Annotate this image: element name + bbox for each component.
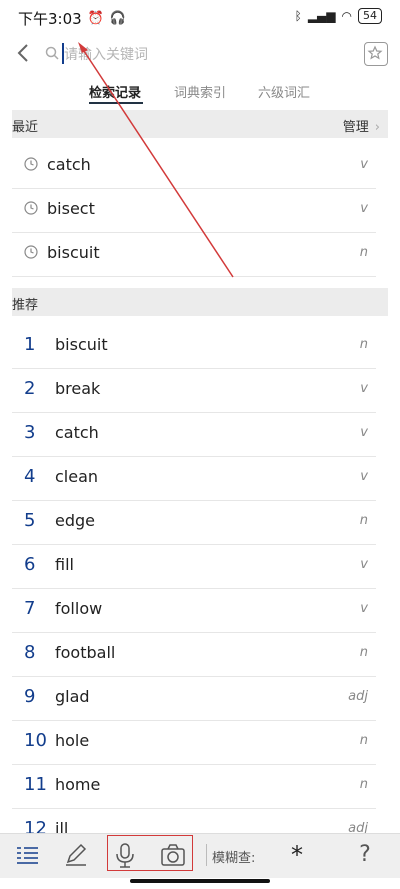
history-word: catch (47, 155, 91, 174)
rank-number: 4 (24, 466, 36, 487)
recommend-word: biscuit (55, 335, 108, 354)
recommend-item[interactable]: 9 glad adj (12, 676, 376, 721)
recommend-word: edge (55, 511, 95, 530)
recent-title: 最近 (12, 120, 39, 135)
rank-number: 6 (24, 554, 36, 575)
help-icon[interactable]: ? (350, 840, 380, 870)
list-icon[interactable] (14, 840, 44, 870)
headphones-icon: 🎧 (109, 11, 127, 26)
fuzzy-search-label: 模糊查: (212, 851, 256, 866)
recommend-item[interactable]: 5 edge n (12, 500, 376, 545)
signal-icon: ▂▄▆ (307, 9, 336, 23)
tab-bar: 检索记录 词典索引 六级词汇 (0, 80, 400, 104)
manage-label: 管理 (342, 120, 369, 135)
rank-number: 7 (24, 598, 36, 619)
tab-cet6-vocab[interactable]: 六级词汇 (258, 82, 310, 101)
status-bar: 下午3:03 ⏰ 🎧 ᛒ ▂▄▆ ◠ 54 (0, 0, 400, 36)
recommend-word: football (55, 643, 116, 662)
status-right: ᛒ ▂▄▆ ◠ 54 (295, 8, 382, 24)
recommend-item[interactable]: 3 catch v (12, 412, 376, 457)
recommend-item[interactable]: 11 home n (12, 764, 376, 809)
home-indicator (130, 879, 270, 883)
tab-dictionary-index[interactable]: 词典索引 (174, 82, 226, 101)
recommend-title: 推荐 (12, 298, 39, 313)
clock-icon (24, 201, 38, 215)
tab-history[interactable]: 检索记录 (89, 82, 141, 101)
history-item[interactable]: catch v (12, 144, 376, 189)
recommend-word: home (55, 775, 101, 794)
recommend-section-header: 推荐 (12, 288, 388, 316)
alarm-off-icon: ⏰ (87, 11, 104, 26)
recommend-item[interactable]: 1 biscuit n (12, 324, 376, 369)
recommend-pos: v (360, 601, 368, 616)
recent-section-header: 最近 管理 › (12, 110, 388, 138)
history-word: biscuit (47, 243, 100, 262)
microphone-icon[interactable] (110, 840, 140, 870)
rank-number: 5 (24, 510, 36, 531)
rank-number: 3 (24, 422, 36, 443)
recommend-word: glad (55, 687, 90, 706)
search-bar (0, 36, 400, 72)
recommend-item[interactable]: 6 fill v (12, 544, 376, 589)
recommend-item[interactable]: 10 hole n (12, 720, 376, 765)
search-icon (45, 46, 59, 60)
clock-icon (24, 245, 38, 259)
recommend-pos: v (360, 425, 368, 440)
history-item[interactable]: bisect v (12, 188, 376, 233)
search-input[interactable] (62, 40, 356, 70)
recommend-pos: v (360, 381, 368, 396)
battery-indicator: 54 (358, 8, 382, 24)
recommend-word: clean (55, 467, 99, 486)
history-pos: v (360, 157, 368, 172)
recommend-pos: n (359, 513, 368, 528)
recommend-item[interactable]: 4 clean v (12, 456, 376, 501)
toolbar-divider (206, 844, 207, 866)
recommend-pos: n (359, 777, 368, 792)
rank-number: 8 (24, 642, 36, 663)
wifi-icon: ◠ (341, 9, 352, 23)
active-tab-underline (89, 102, 143, 104)
manage-button[interactable]: 管理 › (343, 116, 380, 135)
rank-number: 10 (24, 730, 47, 751)
status-time: 下午3:03 (18, 10, 82, 28)
rank-number: 1 (24, 334, 36, 355)
clock-icon (24, 157, 38, 171)
asterisk-icon[interactable]: * (282, 840, 312, 870)
history-pos: n (359, 245, 368, 260)
recommend-pos: n (359, 645, 368, 660)
rank-number: 11 (24, 774, 47, 795)
status-left: 下午3:03 ⏰ 🎧 (18, 8, 126, 29)
recommend-pos: n (359, 337, 368, 352)
rank-number: 2 (24, 378, 36, 399)
recommend-pos: n (359, 733, 368, 748)
back-icon[interactable] (14, 42, 34, 64)
chevron-right-icon: › (374, 120, 380, 135)
pen-icon[interactable] (62, 840, 92, 870)
recommend-word: catch (55, 423, 99, 442)
recommend-item[interactable]: 7 follow v (12, 588, 376, 633)
recommend-pos: v (360, 469, 368, 484)
recommend-word: hole (55, 731, 90, 750)
text-caret (62, 43, 64, 64)
recommend-item[interactable]: 2 break v (12, 368, 376, 413)
recommend-word: fill (55, 555, 74, 574)
bottom-toolbar: 模糊查: * ? (0, 833, 400, 878)
history-pos: v (360, 201, 368, 216)
recommend-pos: adj (348, 689, 368, 704)
rank-number: 9 (24, 686, 36, 707)
recommend-item[interactable]: 8 football n (12, 632, 376, 677)
camera-icon[interactable] (158, 840, 188, 870)
recommend-pos: v (360, 557, 368, 572)
bluetooth-icon: ᛒ (294, 9, 302, 23)
star-folder-icon[interactable] (364, 42, 388, 66)
history-item[interactable]: biscuit n (12, 232, 376, 277)
history-word: bisect (47, 199, 95, 218)
recommend-word: follow (55, 599, 103, 618)
recommend-word: break (55, 379, 101, 398)
